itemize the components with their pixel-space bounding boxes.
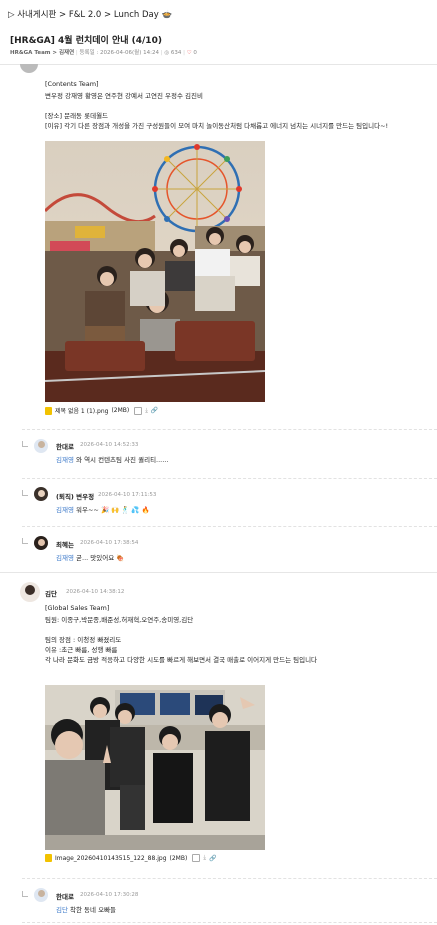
divider xyxy=(22,922,437,923)
comment-body: 착한 동네 오빠들 xyxy=(67,906,117,914)
post-line: 각 나라 문화도 금방 적응하고 다양한 시도를 빠르게 해보면서 결국 매출로… xyxy=(45,656,318,664)
divider xyxy=(22,878,437,879)
divider xyxy=(0,572,437,573)
post-line: [Global Sales Team] xyxy=(45,604,110,612)
mention[interactable]: 김재영 xyxy=(56,506,74,514)
preview-icon[interactable] xyxy=(134,406,143,415)
comment-body: 와 역시 컨텐츠팀 사진 퀄리티...... xyxy=(73,456,169,464)
download-icon[interactable]: ⤓ xyxy=(203,854,206,862)
comment-date: 2026-04-10 17:30:28 xyxy=(80,892,139,898)
post-date: 등록일 : 2026-04-06(월) 14:24 xyxy=(79,50,159,56)
mention[interactable]: 김단 xyxy=(56,906,68,914)
post-line: 변우정 강재영 황영은 연주현 강예서 고연진 우정수 김진비 xyxy=(45,92,203,100)
mention[interactable]: 김재영 xyxy=(56,554,74,562)
avatar xyxy=(34,487,48,501)
avatar xyxy=(34,439,48,453)
divider xyxy=(22,429,437,430)
post-meta: HR&GA Team > 김재연 | 등록일 : 2026-04-06(월) 1… xyxy=(10,50,197,56)
post-line: 팀의 장점 : 이청정 빠졌리도 xyxy=(45,636,122,644)
attachment-name[interactable]: 제목 없음 1 (1).png xyxy=(55,406,108,415)
comment-text: 김재영 굳... 맛있어요 🍖 xyxy=(56,552,124,562)
link-icon[interactable]: 🔗 xyxy=(209,855,216,862)
divider xyxy=(0,64,437,65)
link-icon[interactable]: 🔗 xyxy=(151,407,158,414)
post-title: [HR&GA] 4월 런치데이 안내 (4/10) xyxy=(10,36,162,46)
view-count: 634 xyxy=(170,50,182,56)
reply-mark xyxy=(22,891,28,897)
avatar xyxy=(20,64,38,73)
like-count: 0 xyxy=(193,50,197,56)
reply-mark xyxy=(22,441,28,447)
attachment[interactable]: Image_20260410143515_122_88.jpg (2MB) ⤓ … xyxy=(45,854,216,862)
views-icon: ◎ xyxy=(164,50,170,56)
post-line: 이유 :초근 빠름, 성행 빠름 xyxy=(45,646,118,654)
comment-author: (퇴직) 변우정 xyxy=(56,493,95,501)
comment-body: 워우~~ 🎉 🙌 🕺 💦 🔥 xyxy=(73,506,150,514)
post-line: [장소] 문래동 롯데월드 xyxy=(45,112,109,120)
heart-icon[interactable]: ♡ xyxy=(187,50,192,56)
divider xyxy=(22,526,437,527)
comment-text: 김재영 와 역시 컨텐츠팀 사진 퀄리티...... xyxy=(56,454,168,464)
comment-date: 2026-04-10 17:38:54 xyxy=(80,540,139,546)
comment-text: 김재영 워우~~ 🎉 🙌 🕺 💦 🔥 xyxy=(56,504,150,514)
reply-mark xyxy=(22,538,28,544)
download-icon[interactable]: ⤓ xyxy=(145,407,148,415)
post-line: [Contents Team] xyxy=(45,80,99,88)
post-line: [이유] 각기 다른 장점과 개성을 가진 구성원들이 모여 마치 놀이동산처럼… xyxy=(45,122,389,130)
avatar xyxy=(20,582,40,602)
comment-author: 최혜는 xyxy=(56,541,74,549)
comment-date: 2026-04-10 17:11:53 xyxy=(98,492,157,498)
comment-author: 한대로 xyxy=(56,893,74,901)
attachment[interactable]: 제목 없음 1 (1).png (2MB) ⤓ 🔗 xyxy=(45,406,158,415)
mention[interactable]: 김재영 xyxy=(56,456,74,464)
image-file-icon xyxy=(45,406,52,415)
team-photo-office[interactable] xyxy=(45,685,265,850)
avatar xyxy=(34,888,48,902)
post-line: 팀원: 이종구,박문종,배준성,허재혁,오연주,송미영,김단 xyxy=(45,616,194,624)
attachment-size: (2MB) xyxy=(111,407,130,414)
attachment-size: (2MB) xyxy=(169,854,188,862)
preview-icon[interactable] xyxy=(192,854,201,862)
post-date: 2026-04-10 14:38:12 xyxy=(66,589,125,595)
comment-body: 굳... 맛있어요 🍖 xyxy=(73,554,125,562)
post-author: 김단 xyxy=(45,590,57,598)
comment-text: 김단 착한 동네 오빠들 xyxy=(56,904,116,914)
reply-mark xyxy=(22,490,28,496)
breadcrumb[interactable]: ▷ 사내게시판 > F&L 2.0 > Lunch Day 🍲 xyxy=(8,8,172,20)
team-photo-amusement-park[interactable] xyxy=(45,141,265,402)
comment-date: 2026-04-10 14:52:33 xyxy=(80,442,139,448)
divider xyxy=(22,478,437,479)
image-file-icon xyxy=(45,854,52,862)
author[interactable]: HR&GA Team > 김재연 xyxy=(10,50,74,56)
attachment-name[interactable]: Image_20260410143515_122_88.jpg xyxy=(55,855,167,862)
comment-author: 한대로 xyxy=(56,443,74,451)
avatar xyxy=(34,536,48,550)
